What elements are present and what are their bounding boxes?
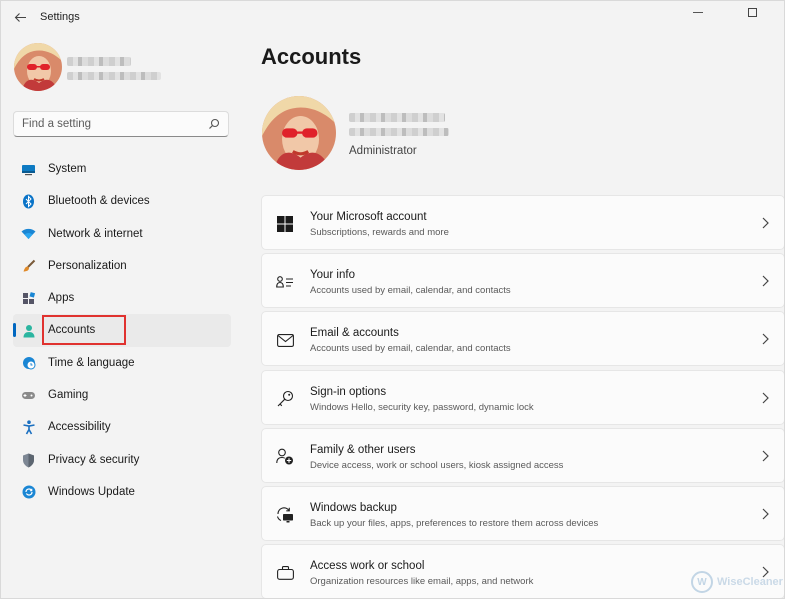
chevron-right-icon <box>762 508 769 520</box>
watermark-logo-icon: W <box>691 571 713 593</box>
user-name-blurred <box>67 57 131 66</box>
card-subtitle: Accounts used by email, calendar, and co… <box>310 343 511 355</box>
sidebar-item-label: Personalization <box>48 259 127 272</box>
add-user-icon <box>276 448 294 466</box>
sidebar-item-label: Network & internet <box>48 227 143 240</box>
globe-clock-icon <box>21 356 36 371</box>
apps-icon <box>21 291 36 306</box>
monitor-icon <box>21 162 36 177</box>
bluetooth-icon <box>21 194 36 209</box>
windows-logo-icon <box>276 215 294 233</box>
account-role: Administrator <box>349 145 417 157</box>
card-title: Windows backup <box>310 501 397 514</box>
person-icon <box>21 323 36 338</box>
card-subtitle: Subscriptions, rewards and more <box>310 227 449 238</box>
gamepad-icon <box>21 388 36 403</box>
sidebar-item-label: Bluetooth & devices <box>48 195 150 208</box>
briefcase-icon <box>276 564 294 582</box>
sidebar-item-label: System <box>48 163 87 175</box>
title-bar: Settings <box>1 1 784 33</box>
settings-window: Settings System Bluetooth & devices <box>0 0 785 599</box>
sidebar-item-system[interactable]: System <box>13 153 231 185</box>
chevron-right-icon <box>762 333 769 345</box>
account-avatar[interactable] <box>262 96 336 170</box>
sidebar-item-apps[interactable]: Apps <box>13 282 231 314</box>
card-title: Email & accounts <box>310 327 399 340</box>
watermark: W WiseCleaner <box>691 571 783 593</box>
back-button[interactable] <box>9 7 31 27</box>
watermark-text: WiseCleaner <box>717 576 783 588</box>
card-email-accounts[interactable]: Email & accounts Accounts used by email,… <box>261 311 784 367</box>
card-your-info[interactable]: Your info Accounts used by email, calend… <box>261 253 784 309</box>
sidebar-item-label: Accessibility <box>48 421 111 434</box>
app-title: Settings <box>40 11 80 23</box>
card-subtitle: Accounts used by email, calendar, and co… <box>310 285 511 297</box>
wifi-icon <box>21 227 36 242</box>
sidebar-item-windows-update[interactable]: Windows Update <box>13 476 231 508</box>
minimize-icon <box>693 11 703 13</box>
sidebar-item-label: Time & language <box>48 356 135 369</box>
maximize-button[interactable] <box>735 3 769 21</box>
accessibility-icon <box>21 420 36 435</box>
sidebar-item-gaming[interactable]: Gaming <box>13 379 231 411</box>
account-name-blurred <box>349 113 445 122</box>
card-subtitle: Organization resources like email, apps,… <box>310 576 534 588</box>
card-family-other-users[interactable]: Family & other users Device access, work… <box>261 427 784 483</box>
search-box[interactable] <box>13 111 229 137</box>
minimize-button[interactable] <box>681 3 715 21</box>
card-title: Family & other users <box>310 443 416 456</box>
backup-icon <box>276 506 294 524</box>
settings-card-list: Your Microsoft account Subscriptions, re… <box>261 195 784 598</box>
sidebar-item-personalization[interactable]: Personalization <box>13 250 231 282</box>
chevron-right-icon <box>762 217 769 229</box>
search-input[interactable] <box>14 112 199 136</box>
highlight-box <box>42 315 126 346</box>
sidebar-item-label: Gaming <box>48 389 89 402</box>
card-title: Your Microsoft account <box>310 211 427 223</box>
card-title: Sign-in options <box>310 385 387 398</box>
sidebar-item-label: Apps <box>48 292 75 305</box>
sidebar-item-accounts[interactable]: Accounts <box>13 314 231 347</box>
contact-card-icon <box>276 273 294 291</box>
card-windows-backup[interactable]: Windows backup Back up your files, apps,… <box>261 485 784 541</box>
sidebar-item-bluetooth[interactable]: Bluetooth & devices <box>13 185 231 217</box>
sidebar-item-network[interactable]: Network & internet <box>13 218 231 250</box>
shield-icon <box>21 453 36 468</box>
chevron-right-icon <box>762 275 769 287</box>
card-subtitle: Device access, work or school users, kio… <box>310 459 564 471</box>
sidebar-item-time-language[interactable]: Time & language <box>13 347 231 379</box>
sidebar-item-accessibility[interactable]: Accessibility <box>13 411 231 443</box>
card-sign-in-options[interactable]: Sign-in options Windows Hello, security … <box>261 369 784 425</box>
avatar-photo <box>14 43 62 91</box>
user-email-blurred <box>67 72 161 80</box>
sidebar-item-privacy-security[interactable]: Privacy & security <box>13 444 231 476</box>
sidebar-nav: System Bluetooth & devices Network & int… <box>13 153 231 508</box>
account-email-blurred <box>349 128 449 136</box>
avatar[interactable] <box>14 43 62 91</box>
card-subtitle: Windows Hello, security key, password, d… <box>310 401 534 413</box>
search-icon <box>209 118 220 129</box>
brush-icon <box>21 259 36 274</box>
chevron-right-icon <box>762 392 769 403</box>
card-title: Your info <box>310 269 355 282</box>
page-title: Accounts <box>261 44 362 69</box>
maximize-icon <box>747 7 757 17</box>
mail-icon <box>276 331 294 349</box>
account-photo <box>262 96 336 170</box>
sidebar-item-label: Privacy & security <box>48 453 140 466</box>
card-microsoft-account[interactable]: Your Microsoft account Subscriptions, re… <box>261 195 784 250</box>
key-icon <box>276 390 294 408</box>
card-title: Access work or school <box>310 560 425 573</box>
back-arrow-icon <box>14 12 26 22</box>
update-icon <box>21 485 36 500</box>
sidebar-item-label: Windows Update <box>48 485 135 498</box>
chevron-right-icon <box>762 450 769 462</box>
card-subtitle: Back up your files, apps, preferences to… <box>310 517 599 529</box>
